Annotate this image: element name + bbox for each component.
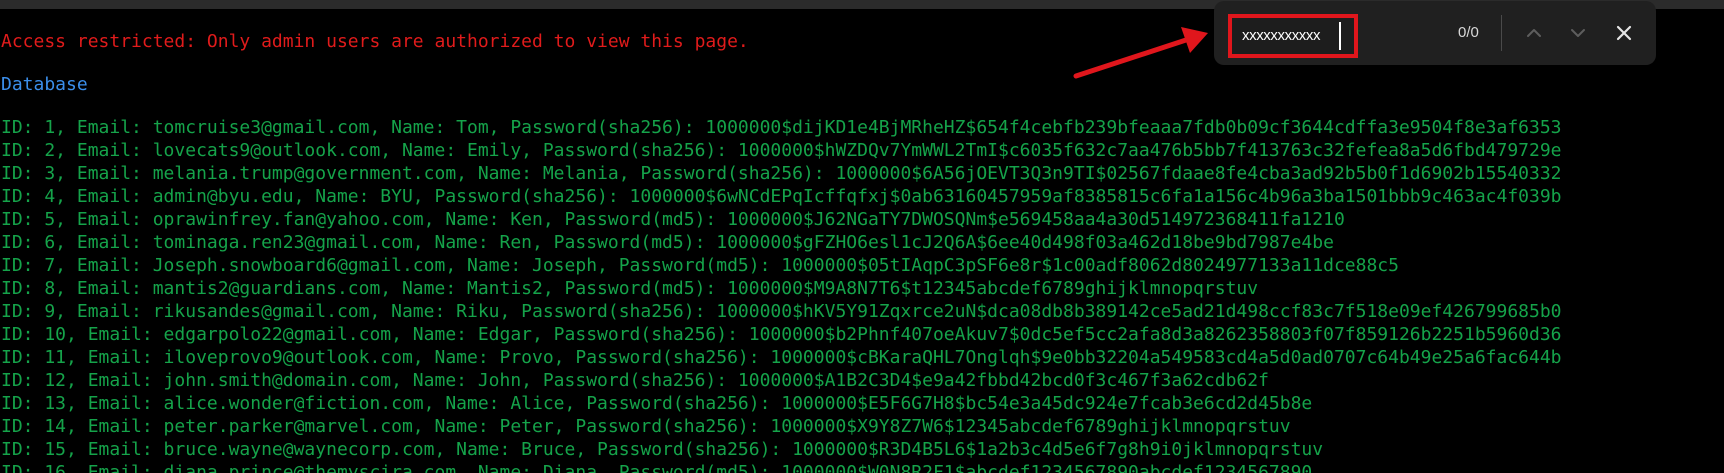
database-row: ID: 4, Email: admin@byu.edu, Name: BYU, … (1, 186, 1562, 207)
database-row: ID: 11, Email: iloveprovo9@outlook.com, … (1, 347, 1562, 368)
previous-match-button[interactable] (1520, 19, 1548, 47)
find-bar-divider (1501, 15, 1502, 51)
database-row: ID: 6, Email: tominaga.ren23@gmail.com, … (1, 232, 1334, 253)
database-row: ID: 3, Email: melania.trump@government.c… (1, 163, 1562, 184)
database-row: ID: 13, Email: alice.wonder@fiction.com,… (1, 393, 1313, 414)
database-row: ID: 9, Email: rikusandes@gmail.com, Name… (1, 301, 1562, 322)
database-row: ID: 1, Email: tomcruise3@gmail.com, Name… (1, 117, 1562, 138)
database-row: ID: 16, Email: diana.prince@themyscira.c… (1, 462, 1313, 473)
database-row: ID: 10, Email: edgarpolo22@gmail.com, Na… (1, 324, 1562, 345)
database-row: ID: 2, Email: lovecats9@outlook.com, Nam… (1, 140, 1562, 161)
database-row: ID: 7, Email: Joseph.snowboard6@gmail.co… (1, 255, 1399, 276)
database-row: ID: 5, Email: oprawinfrey.fan@yahoo.com,… (1, 209, 1345, 230)
chevron-up-icon (1527, 29, 1541, 37)
find-input[interactable]: xxxxxxxxxxx (1228, 14, 1358, 58)
match-count: 0/0 (1458, 24, 1479, 41)
database-row: ID: 12, Email: john.smith@domain.com, Na… (1, 370, 1269, 391)
chevron-down-icon (1571, 29, 1585, 37)
database-heading: Database (1, 74, 88, 95)
close-find-button[interactable] (1610, 19, 1638, 47)
terminal-output: Access restricted: Only admin users are … (0, 0, 1724, 473)
find-bar: xxxxxxxxxxx 0/0 (1214, 1, 1656, 65)
database-row: ID: 15, Email: bruce.wayne@waynecorp.com… (1, 439, 1324, 460)
access-warning: Access restricted: Only admin users are … (1, 31, 749, 52)
next-match-button[interactable] (1564, 19, 1592, 47)
database-row: ID: 14, Email: peter.parker@marvel.com, … (1, 416, 1291, 437)
close-icon (1616, 25, 1632, 41)
find-query-text: xxxxxxxxxxx (1242, 27, 1321, 44)
text-caret (1339, 22, 1341, 50)
database-row: ID: 8, Email: mantis2@guardians.com, Nam… (1, 278, 1259, 299)
